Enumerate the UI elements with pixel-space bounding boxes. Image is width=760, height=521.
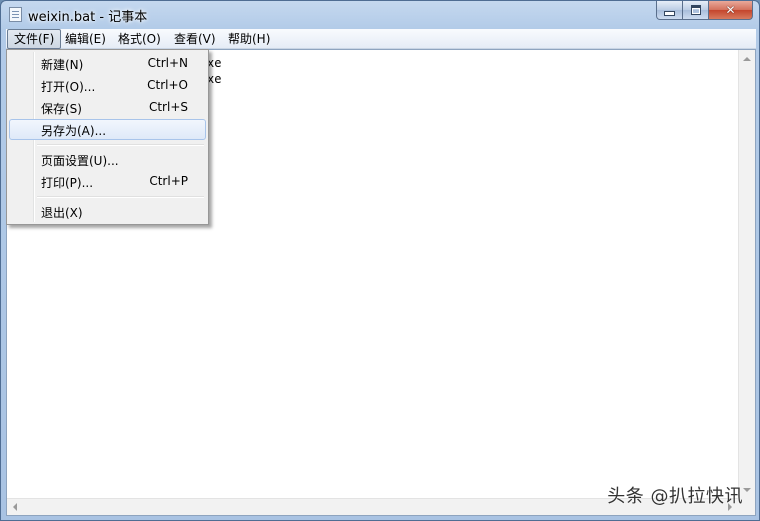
maximize-button[interactable] — [683, 1, 709, 20]
close-icon: ✕ — [725, 3, 736, 17]
scroll-up-icon[interactable] — [743, 57, 751, 61]
editor-line: xe — [207, 56, 222, 70]
menu-item-shortcut: Ctrl+P — [149, 174, 188, 188]
menu-item-shortcut: Ctrl+S — [148, 100, 188, 114]
menu-edit[interactable]: 编辑(E) — [59, 29, 112, 49]
window-title: weixin.bat - 记事本 — [28, 10, 148, 25]
menu-item-label: 页面设置(U)... — [41, 154, 119, 168]
menu-item-open[interactable]: 打开(O)... Ctrl+O — [9, 75, 206, 96]
menu-item-label: 退出(X) — [41, 206, 83, 220]
watermark: 头条 @扒拉快讯 — [607, 486, 743, 507]
menu-bar: 文件(F) 编辑(E) 格式(O) 查看(V) 帮助(H) — [6, 29, 756, 49]
scroll-down-icon[interactable] — [743, 488, 751, 492]
menu-item-save[interactable]: 保存(S) Ctrl+S — [9, 97, 206, 118]
notepad-icon[interactable] — [9, 7, 22, 22]
caption-buttons: ✕ — [656, 1, 753, 21]
menu-item-shortcut: Ctrl+O — [147, 78, 188, 92]
minimize-icon — [664, 10, 675, 16]
menu-file[interactable]: 文件(F) — [7, 29, 62, 49]
close-button[interactable]: ✕ — [709, 1, 753, 20]
menu-item-label: 打印(P)... — [41, 176, 94, 190]
menu-item-label: 另存为(A)... — [41, 124, 107, 138]
menu-item-page-setup[interactable]: 页面设置(U)... — [9, 149, 206, 170]
scroll-left-icon[interactable] — [13, 503, 17, 511]
menu-item-shortcut: Ctrl+N — [147, 56, 188, 70]
menu-view[interactable]: 查看(V) — [168, 29, 222, 49]
menu-item-label: 保存(S) — [41, 102, 82, 116]
menu-item-exit[interactable]: 退出(X) — [9, 201, 206, 222]
file-menu-dropdown: 新建(N) Ctrl+N 打开(O)... Ctrl+O 保存(S) Ctrl+… — [6, 49, 209, 225]
title-bar[interactable]: weixin.bat - 记事本 ✕ — [1, 1, 759, 29]
menu-item-save-as[interactable]: 另存为(A)... — [9, 119, 206, 140]
menu-item-new[interactable]: 新建(N) Ctrl+N — [9, 53, 206, 74]
menu-item-label: 新建(N) — [41, 58, 84, 72]
menu-item-label: 打开(O)... — [41, 80, 96, 94]
vertical-scrollbar[interactable] — [738, 50, 755, 499]
menu-item-print[interactable]: 打印(P)... Ctrl+P — [9, 171, 206, 192]
editor-content[interactable]: xe xe — [207, 55, 735, 87]
menu-separator — [37, 196, 204, 198]
maximize-icon — [690, 5, 701, 15]
notepad-window: weixin.bat - 记事本 ✕ 文件(F) 编辑(E) 格式(O) 查看(… — [0, 0, 760, 521]
editor-line: xe — [207, 72, 222, 86]
menu-help[interactable]: 帮助(H) — [222, 29, 276, 49]
menu-format[interactable]: 格式(O) — [112, 29, 167, 49]
menu-separator — [37, 144, 204, 146]
minimize-button[interactable] — [656, 1, 683, 20]
